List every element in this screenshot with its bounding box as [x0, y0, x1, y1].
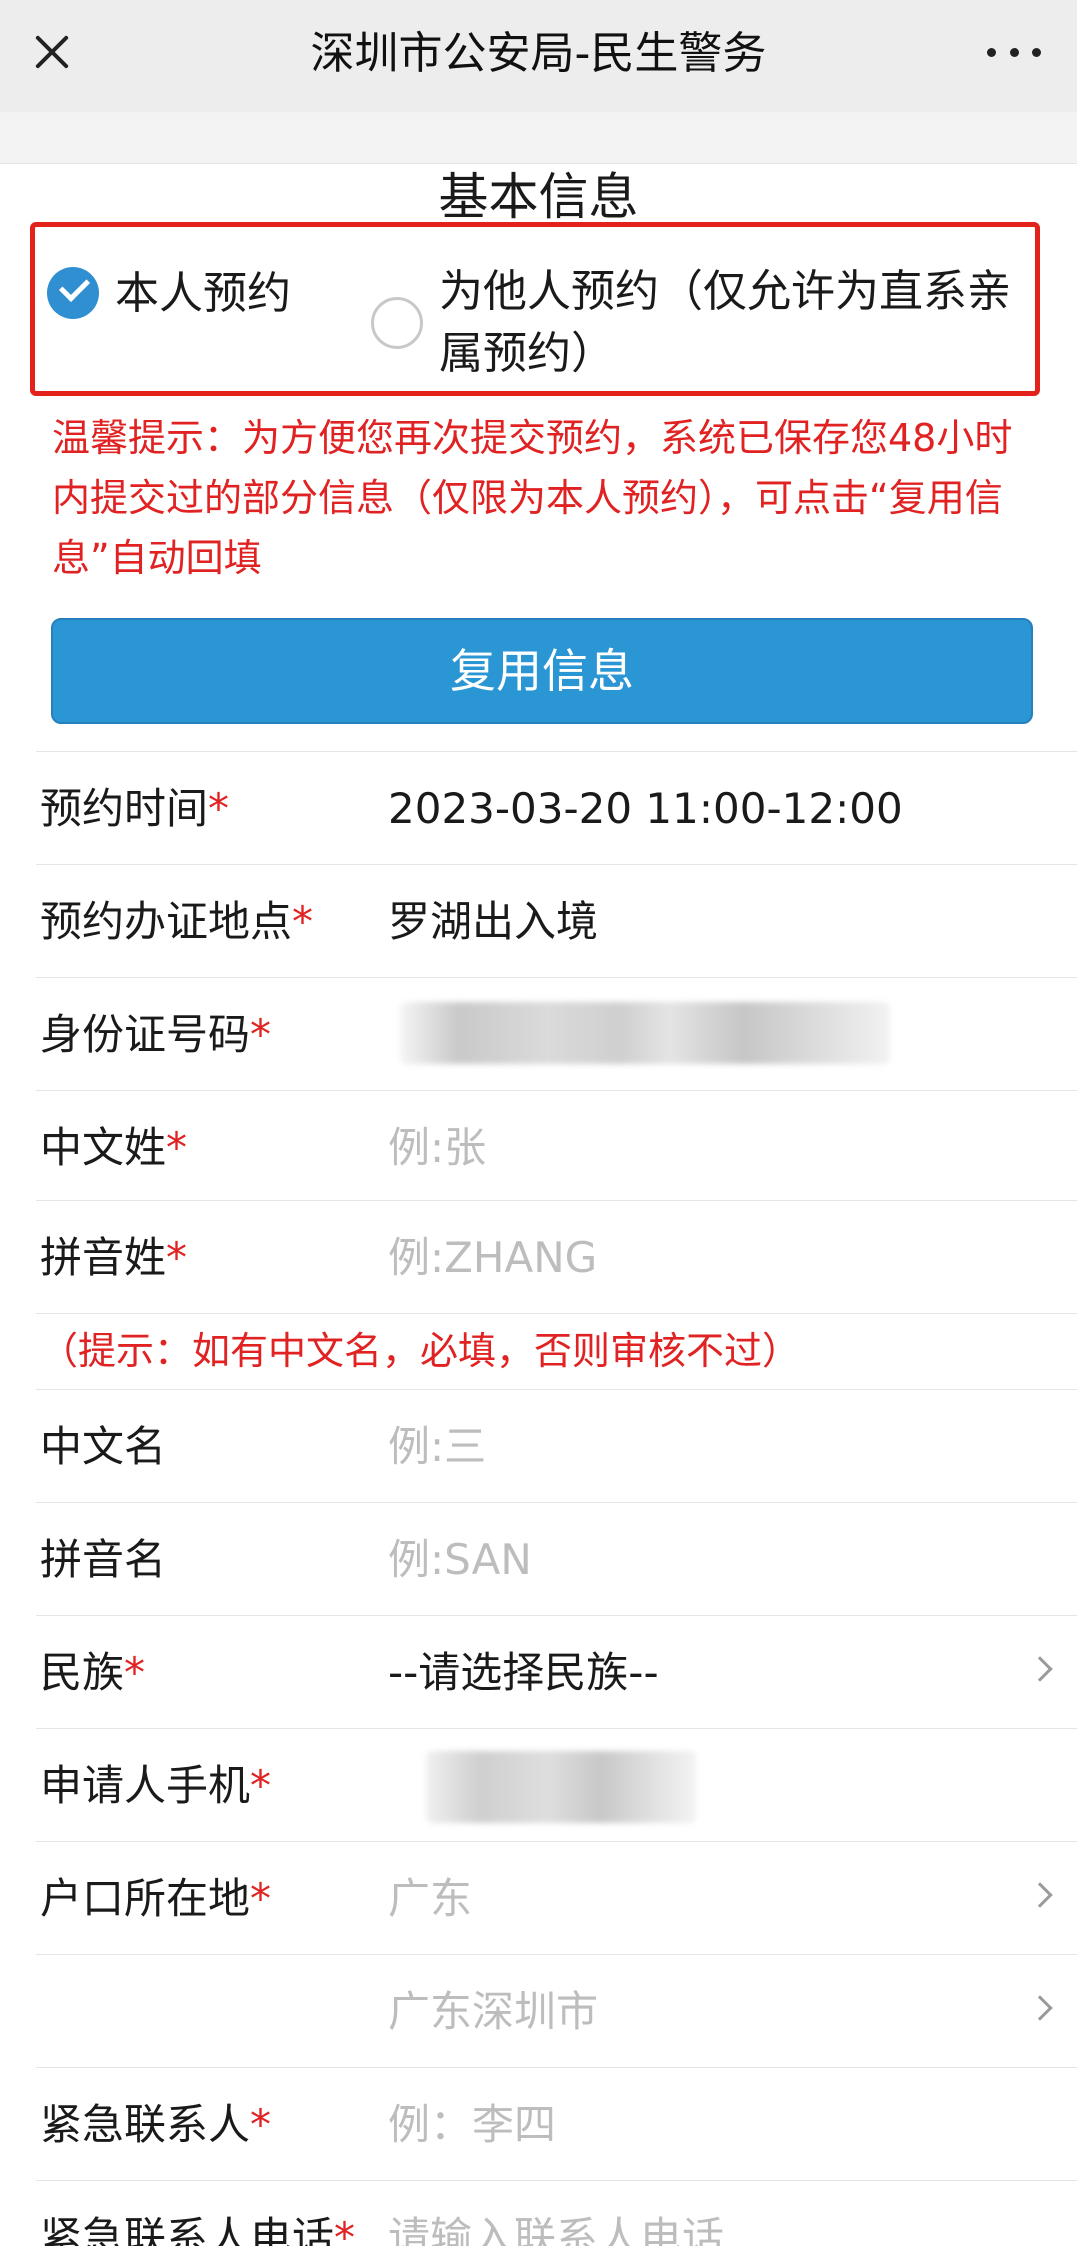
- ethnicity-select[interactable]: --请选择民族--: [388, 1616, 659, 1729]
- emergency-phone-row: 紧急联系人电话* 请输入联系人电话: [36, 2180, 1077, 2246]
- py-name-row: 拼音名 例:SAN: [36, 1502, 1077, 1615]
- py-surname-label: 拼音姓*: [40, 1233, 188, 1282]
- id-number-row: 身份证号码*: [36, 977, 1077, 1090]
- phone-input[interactable]: [426, 1751, 696, 1823]
- py-surname-input[interactable]: 例:ZHANG: [388, 1201, 597, 1314]
- cn-surname-row: 中文姓* 例:张: [36, 1090, 1077, 1203]
- hukou-label: 户口所在地*: [40, 1874, 272, 1923]
- location-label: 预约办证地点*: [40, 897, 314, 946]
- chevron-right-icon: [1027, 1995, 1053, 2021]
- phone-label: 申请人手机*: [40, 1761, 272, 1810]
- cn-surname-input[interactable]: 例:张: [388, 1091, 486, 1204]
- other-booking-label[interactable]: 为他人预约（仅允许为直系亲属预约）: [439, 261, 1029, 385]
- emergency-contact-label: 紧急联系人*: [40, 2100, 272, 2149]
- appointment-time-value: 2023-03-20 11:00-12:00: [388, 784, 903, 833]
- hukou-province-select[interactable]: 广东: [388, 1842, 472, 1955]
- appointment-time-row: 预约时间* 2023-03-20 11:00-12:00: [36, 751, 1077, 864]
- py-surname-row: 拼音姓* 例:ZHANG: [36, 1200, 1077, 1313]
- appointment-time-label: 预约时间*: [40, 784, 230, 833]
- section-title: 基本信息: [438, 168, 639, 226]
- ethnicity-label: 民族*: [40, 1648, 146, 1697]
- id-number-label: 身份证号码*: [40, 1010, 272, 1059]
- title-bar: 深圳市公安局-民生警务: [0, 0, 1077, 112]
- emergency-contact-input[interactable]: 例：李四: [388, 2068, 556, 2181]
- booking-type-group: 本人预约 为他人预约（仅允许为直系亲属预约）: [30, 222, 1040, 396]
- cn-name-label: 中文名: [40, 1422, 167, 1471]
- header-divider: [0, 112, 1077, 164]
- location-value: 罗湖出入境: [388, 897, 599, 946]
- cn-name-row: 中文名 例:三: [36, 1389, 1077, 1502]
- more-options-icon[interactable]: [979, 30, 1049, 74]
- close-icon[interactable]: [22, 22, 82, 82]
- location-row: 预约办证地点* 罗湖出入境: [36, 864, 1077, 977]
- py-name-input[interactable]: 例:SAN: [388, 1503, 532, 1616]
- reuse-info-button[interactable]: 复用信息: [51, 618, 1033, 724]
- py-name-label: 拼音名: [40, 1535, 167, 1584]
- emergency-phone-label: 紧急联系人电话*: [40, 2213, 356, 2246]
- cn-name-input[interactable]: 例:三: [388, 1390, 486, 1503]
- page-title: 深圳市公安局-民生警务: [310, 28, 767, 79]
- chevron-right-icon: [1027, 1882, 1053, 1908]
- hukou-city-row[interactable]: 广东深圳市: [36, 1954, 1077, 2067]
- hukou-city-select[interactable]: 广东深圳市: [388, 1955, 598, 2068]
- emergency-contact-row: 紧急联系人* 例：李四: [36, 2067, 1077, 2180]
- emergency-phone-input[interactable]: 请输入联系人电话: [388, 2181, 724, 2246]
- cn-surname-label: 中文姓*: [40, 1123, 188, 1172]
- self-booking-radio[interactable]: [47, 267, 99, 319]
- id-number-input[interactable]: [400, 1002, 890, 1064]
- hukou-province-row[interactable]: 户口所在地* 广东: [36, 1841, 1077, 1954]
- name-hint: （提示：如有中文名，必填，否则审核不过）: [36, 1313, 1077, 1389]
- phone-row: 申请人手机*: [36, 1728, 1077, 1841]
- self-booking-label[interactable]: 本人预约: [115, 263, 291, 325]
- reuse-tip-text: 温馨提示：为方便您再次提交预约，系统已保存您48小时内提交过的部分信息（仅限为本…: [52, 416, 1013, 580]
- other-booking-radio[interactable]: [371, 297, 423, 349]
- chevron-right-icon: [1027, 1656, 1053, 1682]
- ethnicity-row[interactable]: 民族* --请选择民族--: [36, 1615, 1077, 1728]
